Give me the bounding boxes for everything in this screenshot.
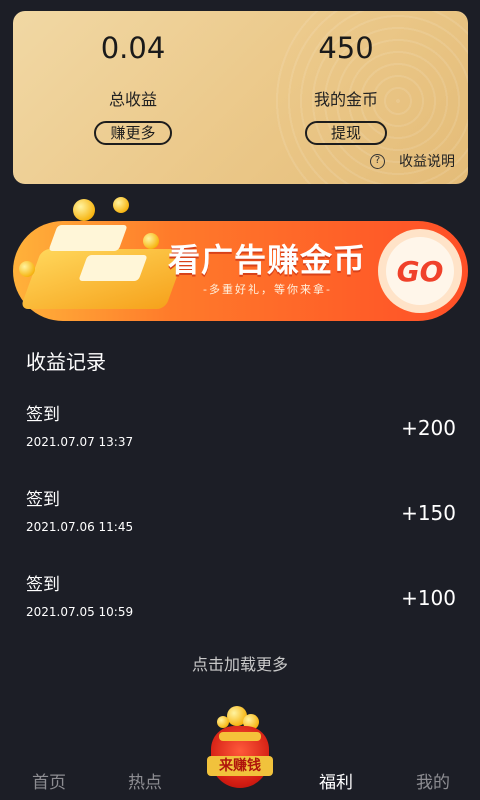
- load-more-button[interactable]: 点击加载更多: [0, 651, 480, 675]
- coins-value: 450: [318, 31, 374, 65]
- record-time: 2021.07.06 11:45: [26, 520, 134, 534]
- record-amount: +200: [401, 416, 456, 440]
- record-item: 签到 2021.07.07 13:37 +200: [0, 400, 480, 480]
- nav-item-hot[interactable]: 热点: [105, 768, 185, 793]
- total-earnings-stat: 0.04 总收益 赚更多: [43, 29, 223, 145]
- nav-item-home[interactable]: 首页: [9, 768, 89, 793]
- nav-item-welfare[interactable]: 福利: [296, 768, 376, 793]
- coins-label: 我的金币: [313, 90, 378, 109]
- withdraw-button[interactable]: 提现: [304, 121, 387, 145]
- coin-icon: [19, 261, 35, 277]
- earn-money-label: 来赚钱: [207, 756, 273, 776]
- record-title: 签到: [26, 490, 60, 510]
- total-earnings-label: 总收益: [108, 90, 157, 109]
- floating-card-illustration: [48, 225, 128, 251]
- record-time: 2021.07.05 10:59: [26, 605, 134, 619]
- record-title: 签到: [26, 575, 60, 595]
- earn-more-button[interactable]: 赚更多: [94, 121, 172, 145]
- income-help-label: 收益说明: [399, 154, 455, 170]
- record-amount: +150: [401, 501, 456, 525]
- banner-subtitle: -多重好礼，等你来拿-: [203, 283, 332, 296]
- coin-icon: [73, 199, 95, 221]
- record-item: 签到 2021.07.05 10:59 +100: [0, 570, 480, 650]
- record-time: 2021.07.07 13:37: [26, 435, 134, 449]
- go-label: GO: [386, 237, 454, 305]
- my-coins-stat: 450 我的金币 提现: [256, 29, 436, 145]
- nav-item-mine[interactable]: 我的: [393, 768, 473, 793]
- banner-title: 看广告赚金币: [168, 241, 367, 279]
- go-button[interactable]: GO: [378, 229, 462, 313]
- record-amount: +100: [401, 586, 456, 610]
- income-help-link[interactable]: ? 收益说明: [370, 151, 455, 171]
- floating-card-illustration: [78, 255, 148, 281]
- bag-tie: [219, 732, 261, 741]
- records-title: 收益记录: [26, 350, 106, 374]
- record-title: 签到: [26, 405, 60, 425]
- total-earnings-value: 0.04: [100, 31, 166, 65]
- question-circle-icon: ?: [370, 153, 385, 169]
- watch-ads-banner[interactable]: 看广告赚金币 -多重好礼，等你来拿- GO: [13, 197, 468, 321]
- coin-icon: [113, 197, 129, 213]
- record-item: 签到 2021.07.06 11:45 +150: [0, 485, 480, 565]
- earnings-card: 0.04 总收益 赚更多 450 我的金币 提现 ? 收益说明: [13, 11, 468, 184]
- coin-icon: [143, 233, 159, 249]
- earn-money-button[interactable]: 来赚钱: [207, 700, 273, 796]
